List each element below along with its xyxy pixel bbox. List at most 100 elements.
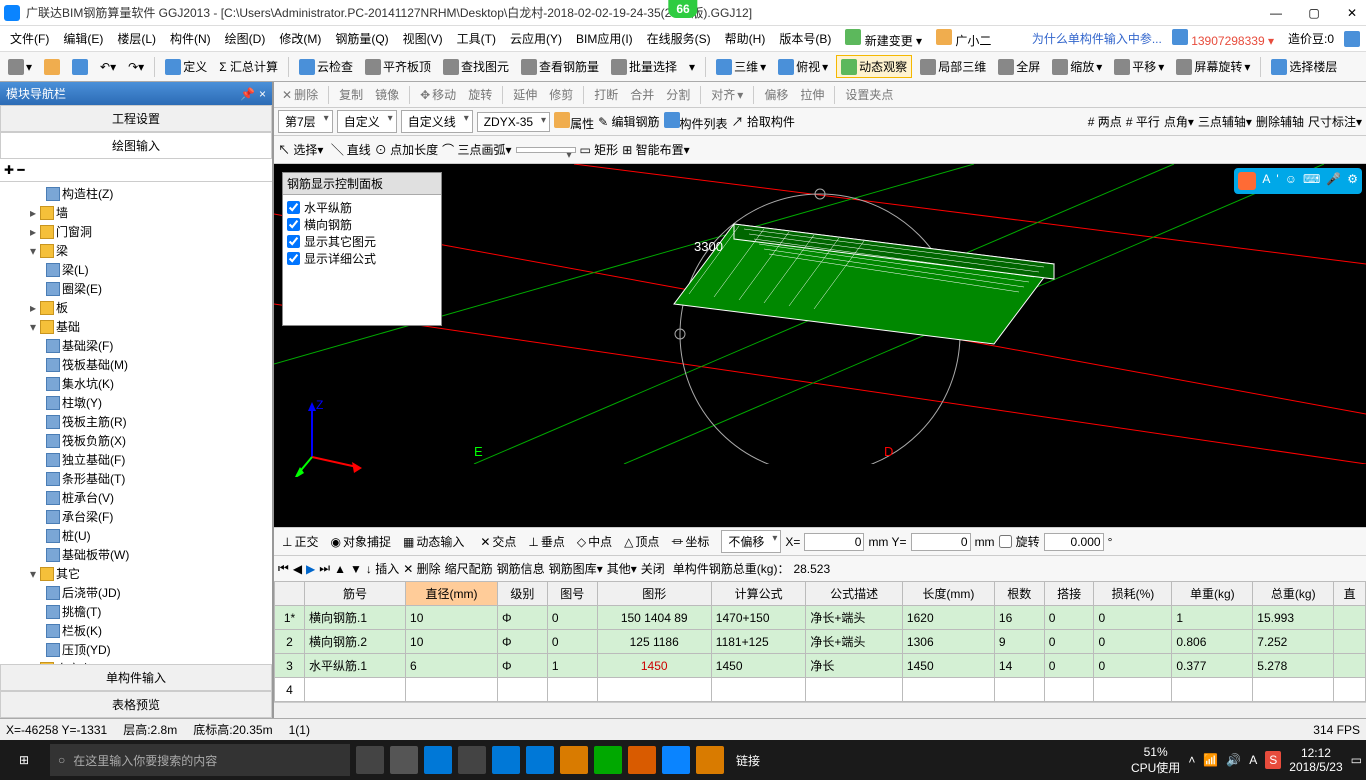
- tree-node[interactable]: 压顶(YD): [4, 640, 268, 659]
- delete-button[interactable]: ✕ 删除: [278, 84, 322, 105]
- horizontal-scrollbar[interactable]: [274, 702, 1366, 718]
- tree-node[interactable]: 挑檐(T): [4, 602, 268, 621]
- topview-button[interactable]: 俯视▾: [774, 56, 832, 77]
- component-tree[interactable]: 构造柱(Z)▸ 墙▸ 门窗洞▾ 梁 梁(L) 圈梁(E)▸ 板▾ 基础 基础梁(…: [0, 182, 272, 664]
- tray-ime-s[interactable]: S: [1265, 751, 1281, 769]
- tree-node[interactable]: 独立基础(F): [4, 450, 268, 469]
- tab-project-settings[interactable]: 工程设置: [0, 105, 272, 132]
- pin-icon[interactable]: 📌: [240, 87, 255, 101]
- close-button[interactable]: ✕: [1342, 6, 1362, 20]
- draw-mode-select[interactable]: [516, 147, 576, 153]
- select-button[interactable]: ↖ 选择▾: [278, 141, 323, 158]
- table-row[interactable]: 4: [275, 678, 1366, 702]
- spin-button[interactable]: 旋转: [464, 84, 496, 105]
- notification-icon[interactable]: ▭: [1351, 753, 1362, 767]
- redo-button[interactable]: ↷▾: [124, 58, 148, 76]
- menu-cloud[interactable]: 云应用(Y): [506, 28, 566, 49]
- osnap-button[interactable]: ◉ 对象捕捉: [326, 531, 395, 552]
- app-icon-2[interactable]: [424, 746, 452, 774]
- tree-node[interactable]: 柱墩(Y): [4, 393, 268, 412]
- fullscreen-button[interactable]: 全屏: [994, 56, 1044, 77]
- rotate-check[interactable]: [999, 535, 1012, 548]
- vert-button[interactable]: △ 顶点: [620, 531, 663, 552]
- floor-select[interactable]: 第7层: [278, 110, 333, 133]
- cross-button[interactable]: ✕ 交点: [476, 531, 520, 552]
- offset-button[interactable]: 偏移: [760, 84, 792, 105]
- type-select[interactable]: 自定义线: [401, 110, 473, 133]
- scale-button[interactable]: 缩尺配筋: [445, 560, 493, 577]
- app-icon-6[interactable]: [696, 746, 724, 774]
- tray-volume-icon[interactable]: 🔊: [1226, 753, 1241, 767]
- line-button[interactable]: ╲ 直线: [331, 141, 370, 158]
- pan-button[interactable]: 平移▾: [1110, 56, 1168, 77]
- sidebar-close[interactable]: ×: [259, 87, 266, 101]
- menu-help[interactable]: 帮助(H): [721, 28, 770, 49]
- table-row[interactable]: 1*横向钢筋.110Φ0150 1404 891470+150净长+端头1620…: [275, 606, 1366, 630]
- ime-a-icon[interactable]: A: [1262, 172, 1270, 190]
- category-select[interactable]: 自定义: [337, 110, 397, 133]
- tree-node[interactable]: ▸ 墙: [4, 203, 268, 222]
- rebar-table[interactable]: 筋号直径(mm)级别图号图形计算公式公式描述长度(mm)根数搭接损耗(%)单重(…: [274, 581, 1366, 702]
- x-input[interactable]: [804, 533, 864, 551]
- minimize-button[interactable]: ―: [1266, 6, 1286, 20]
- sit-button[interactable]: ⏛ 坐标: [667, 531, 713, 552]
- y-input[interactable]: [911, 533, 971, 551]
- tree-node[interactable]: 栏板(K): [4, 621, 268, 640]
- insert-row-button[interactable]: ↓ 插入: [366, 560, 399, 577]
- attr-button[interactable]: 属性: [554, 112, 594, 132]
- tree-node[interactable]: 承台梁(F): [4, 507, 268, 526]
- table-row[interactable]: 2横向钢筋.210Φ0125 11861181+125净长+端头13069000…: [275, 630, 1366, 654]
- tree-node[interactable]: 基础板带(W): [4, 545, 268, 564]
- align-button[interactable]: 对齐▾: [707, 84, 747, 105]
- bell-icon[interactable]: [1344, 31, 1360, 47]
- menu-component[interactable]: 构件(N): [166, 28, 215, 49]
- zoom-button[interactable]: 缩放▾: [1048, 56, 1106, 77]
- tree-node[interactable]: 桩承台(V): [4, 488, 268, 507]
- menu-edit[interactable]: 编辑(E): [59, 28, 107, 49]
- search-box[interactable]: ○ 在这里输入你要搜索的内容: [50, 744, 350, 776]
- tree-node[interactable]: 筏板主筋(R): [4, 412, 268, 431]
- menu-tool[interactable]: 工具(T): [453, 28, 500, 49]
- taskview-icon[interactable]: [356, 746, 384, 774]
- trim-button[interactable]: 修剪: [545, 84, 577, 105]
- maximize-button[interactable]: ▢: [1304, 6, 1324, 20]
- tree-node[interactable]: 条形基础(T): [4, 469, 268, 488]
- nav-up[interactable]: ▲: [334, 562, 346, 576]
- code-select[interactable]: ZDYX-35: [477, 112, 550, 132]
- other-button[interactable]: 其他▾: [607, 560, 637, 577]
- app-icon-4[interactable]: [594, 746, 622, 774]
- rotate-button[interactable]: 屏幕旋转▾: [1172, 56, 1254, 77]
- chk-horiz-longitudinal[interactable]: 水平纵筋: [287, 199, 437, 216]
- table-row[interactable]: 3水平纵筋.16Φ114501450净长145014000.3775.278: [275, 654, 1366, 678]
- menu-file[interactable]: 文件(F): [6, 28, 53, 49]
- tab-table-preview[interactable]: 表格预览: [0, 691, 272, 718]
- tip-link[interactable]: 为什么单构件输入中参...: [1032, 30, 1162, 47]
- menu-modify[interactable]: 修改(M): [275, 28, 325, 49]
- tree-node[interactable]: ▾ 梁: [4, 241, 268, 260]
- edit-rebar-button[interactable]: ✎ 编辑钢筋: [598, 113, 659, 130]
- menu-view[interactable]: 视图(V): [399, 28, 447, 49]
- extend-button[interactable]: 延伸: [509, 84, 541, 105]
- tree-node[interactable]: 筏板基础(M): [4, 355, 268, 374]
- tree-node[interactable]: 圈梁(E): [4, 279, 268, 298]
- credit-label[interactable]: 造价豆:0: [1284, 28, 1338, 49]
- mid-button[interactable]: ◇ 中点: [573, 531, 616, 552]
- rebarinfo-button[interactable]: 钢筋信息: [497, 560, 545, 577]
- grip-button[interactable]: 设置夹点: [841, 84, 897, 105]
- delete-row-button[interactable]: ✕ 删除: [403, 560, 440, 577]
- rebar-display-panel[interactable]: 钢筋显示控制面板 水平纵筋 横向钢筋 显示其它图元 显示详细公式: [282, 172, 442, 326]
- tree-node[interactable]: 基础梁(F): [4, 336, 268, 355]
- rect-button[interactable]: ▭ 矩形: [580, 141, 619, 158]
- local3d-button[interactable]: 局部三维: [916, 56, 990, 77]
- smart-button[interactable]: ⊞ 智能布置▾: [622, 141, 689, 158]
- app-icon-1[interactable]: [390, 746, 418, 774]
- move-button[interactable]: ✥ 移动: [416, 84, 460, 105]
- clock[interactable]: 12:122018/5/23: [1289, 746, 1342, 774]
- nav-last[interactable]: ⏭: [319, 561, 330, 576]
- phone-number[interactable]: 13907298339 ▾: [1168, 27, 1278, 50]
- define-button[interactable]: 定义: [161, 56, 211, 77]
- badge-66[interactable]: 66: [668, 0, 697, 18]
- menu-version[interactable]: 版本号(B): [775, 28, 835, 49]
- new-change-button[interactable]: 新建变更 ▾: [841, 27, 926, 51]
- cloud-check-button[interactable]: 云检查: [295, 56, 357, 77]
